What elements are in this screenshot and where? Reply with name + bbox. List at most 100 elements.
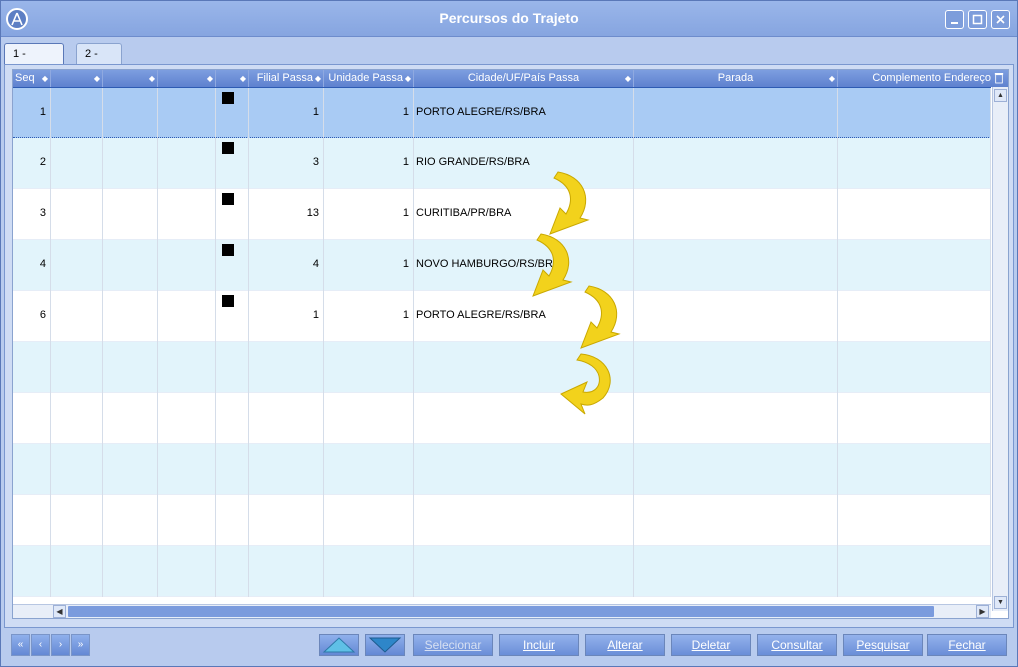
table-cell[interactable] [838,546,991,597]
table-cell[interactable] [103,240,158,291]
table-cell[interactable] [51,138,103,189]
table-cell[interactable]: 1 [249,291,324,342]
last-record-button[interactable]: » [71,634,90,656]
table-cell[interactable] [158,342,216,393]
incluir-button[interactable]: Incluir [499,634,579,656]
scroll-thumb[interactable] [68,606,934,617]
table-cell[interactable] [158,240,216,291]
table-cell[interactable] [634,240,838,291]
table-row[interactable] [13,495,991,546]
table-row[interactable] [13,444,991,495]
first-record-button[interactable]: « [11,634,30,656]
tab-principal[interactable]: 1 - Principal [4,43,65,80]
next-record-button[interactable]: › [51,634,70,656]
table-cell[interactable] [414,495,634,546]
table-cell[interactable] [249,342,324,393]
table-cell[interactable] [13,444,51,495]
table-cell[interactable] [51,240,103,291]
table-cell[interactable] [414,444,634,495]
table-cell[interactable] [216,189,249,240]
table-cell[interactable] [103,393,158,444]
horizontal-scrollbar[interactable]: ◀ ▶ [13,604,991,618]
table-cell[interactable]: 4 [13,240,51,291]
table-cell[interactable] [13,342,51,393]
table-cell[interactable]: 1 [324,138,414,189]
table-cell[interactable]: 1 [324,291,414,342]
table-cell[interactable] [103,291,158,342]
vertical-scrollbar[interactable]: ▲ ▼ [992,87,1008,611]
table-cell[interactable] [634,88,838,139]
table-cell[interactable] [249,444,324,495]
col-header-5[interactable]: ◆ [216,70,249,87]
table-row[interactable]: 1 1 1 PORTO ALEGRE/RS/BRA [13,87,991,139]
table-cell[interactable] [216,546,249,597]
table-cell[interactable] [249,393,324,444]
move-up-button[interactable] [319,634,359,656]
table-cell[interactable] [838,291,991,342]
alterar-button[interactable]: Alterar [585,634,665,656]
table-cell[interactable] [216,240,249,291]
table-cell[interactable]: 3 [249,138,324,189]
table-cell[interactable] [51,88,103,139]
selecionar-button[interactable]: Selecionar [413,634,493,656]
move-down-button[interactable] [365,634,405,656]
scroll-up-icon[interactable]: ▲ [994,89,1007,102]
table-cell[interactable] [216,393,249,444]
table-cell[interactable] [634,444,838,495]
table-cell[interactable] [838,342,991,393]
table-cell[interactable] [634,546,838,597]
table-cell[interactable] [51,189,103,240]
table-cell[interactable] [51,393,103,444]
table-row[interactable] [13,342,991,393]
table-cell[interactable] [634,495,838,546]
maximize-button[interactable] [968,10,987,29]
table-cell[interactable] [103,138,158,189]
close-button[interactable] [991,10,1010,29]
table-cell[interactable]: 1 [249,88,324,139]
table-cell[interactable] [634,189,838,240]
table-cell[interactable] [51,291,103,342]
table-cell[interactable] [324,342,414,393]
table-cell[interactable] [634,138,838,189]
table-cell[interactable] [158,189,216,240]
table-cell[interactable] [838,88,991,139]
table-cell[interactable]: 2 [13,138,51,189]
table-cell[interactable] [324,546,414,597]
table-cell[interactable] [838,393,991,444]
scroll-right-icon[interactable]: ▶ [976,605,989,618]
table-cell[interactable] [216,138,249,189]
table-cell[interactable] [216,291,249,342]
scroll-left-icon[interactable]: ◀ [53,605,66,618]
col-header-parada[interactable]: Parada ◆ [634,70,838,87]
scroll-down-icon[interactable]: ▼ [994,596,1007,609]
table-cell[interactable]: 4 [249,240,324,291]
table-cell[interactable] [838,495,991,546]
table-cell[interactable]: 3 [13,189,51,240]
table-cell[interactable] [838,240,991,291]
table-cell[interactable]: 1 [324,88,414,139]
table-row[interactable] [13,393,991,444]
table-cell[interactable] [51,444,103,495]
table-cell[interactable] [414,546,634,597]
table-cell[interactable] [103,546,158,597]
table-cell[interactable] [216,342,249,393]
table-cell[interactable] [249,495,324,546]
fechar-button[interactable]: Fechar [927,634,1007,656]
table-row[interactable]: 3 13 1 CURITIBA/PR/BRA [13,189,991,240]
col-header-unidade[interactable]: Unidade Passa ◆ [324,70,414,87]
table-cell[interactable]: 1 [13,88,51,139]
table-cell[interactable] [216,444,249,495]
table-cell[interactable] [13,495,51,546]
table-cell[interactable] [13,393,51,444]
prev-record-button[interactable]: ‹ [31,634,50,656]
col-header-4[interactable]: ◆ [158,70,216,87]
table-cell[interactable] [158,138,216,189]
table-cell[interactable]: 6 [13,291,51,342]
col-header-2[interactable]: ◆ [51,70,103,87]
table-cell[interactable] [249,546,324,597]
table-cell[interactable] [634,342,838,393]
table-cell[interactable] [158,393,216,444]
table-cell[interactable] [838,138,991,189]
table-cell[interactable] [51,546,103,597]
table-cell[interactable] [158,444,216,495]
